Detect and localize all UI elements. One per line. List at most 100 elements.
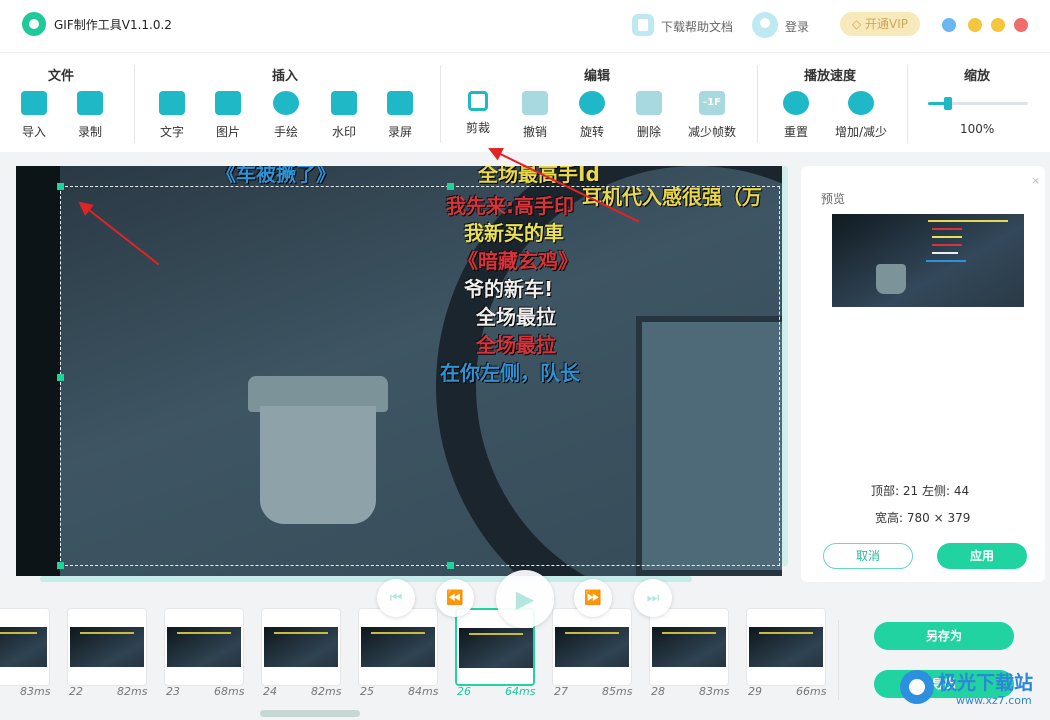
import-button[interactable]: 导入	[6, 87, 62, 143]
reset-label: 重置	[783, 125, 808, 139]
cancel-button[interactable]: 取消	[823, 543, 913, 569]
last-frame-button[interactable]: ⏭	[634, 579, 672, 617]
frame-duration: 82ms	[117, 685, 148, 698]
stamp-icon	[331, 91, 357, 115]
toolbar-divider	[757, 65, 758, 143]
frame-number: 28	[651, 685, 665, 698]
watermark-button[interactable]: 水印	[316, 87, 372, 143]
frame-thumbnail[interactable]	[67, 608, 147, 686]
toolbar-divider	[134, 65, 135, 143]
canvas-vertical-scrollbar[interactable]	[782, 166, 788, 566]
crop-handle-bottom-left[interactable]	[57, 562, 64, 569]
undo-button[interactable]: 撤销	[507, 87, 563, 143]
frame-thumbnail[interactable]	[0, 608, 50, 686]
image-button[interactable]: 图片	[200, 87, 256, 143]
size-value: 780 × 379	[906, 511, 971, 525]
preview-image	[832, 214, 1024, 307]
preview-danmu-line	[926, 260, 966, 262]
filmstrip-divider	[838, 620, 839, 700]
group-title-file: 文件	[48, 69, 75, 84]
reduce-frames-button[interactable]: -1F 减少帧数	[684, 87, 740, 143]
record-label: 录制	[77, 125, 102, 139]
canvas-dark-edge	[16, 166, 60, 576]
text-button[interactable]: 文字	[144, 87, 200, 143]
frame-image	[361, 627, 435, 667]
watermark-label: 水印	[331, 125, 356, 139]
crop-position-info: 顶部: 21 左侧: 44	[871, 482, 969, 499]
frame-duration: 85ms	[602, 685, 633, 698]
screen-record-button[interactable]: 录屏	[372, 87, 428, 143]
crop-handle-left[interactable]	[57, 374, 64, 381]
frame-number: 22	[69, 685, 83, 698]
crop-handle-top-left[interactable]	[57, 183, 64, 190]
filmstrip-scrollbar[interactable]	[260, 710, 360, 717]
record-button[interactable]: 录制	[62, 87, 118, 143]
text-icon	[159, 91, 185, 115]
top-label: 顶部:	[871, 484, 900, 498]
rotate-button[interactable]: 旋转	[564, 87, 620, 143]
preview-danmu-line	[932, 236, 962, 238]
rewind-icon: ⏪	[446, 590, 464, 606]
frame-image	[0, 627, 47, 667]
login-link[interactable]: 登录	[785, 18, 809, 35]
apply-button[interactable]: 应用	[937, 543, 1027, 569]
delete-button[interactable]: 删除	[621, 87, 677, 143]
frame-thumbnail[interactable]	[358, 608, 438, 686]
trash-icon	[636, 91, 662, 115]
save-as-button[interactable]: 另存为	[874, 622, 1014, 650]
preview-close-icon[interactable]: ×	[1031, 174, 1040, 187]
frame-duration: 84ms	[408, 685, 439, 698]
frame-thumbnail[interactable]	[746, 608, 826, 686]
group-title-insert: 插入	[272, 69, 299, 84]
frame-number: 24	[263, 685, 277, 698]
toolbar-divider	[907, 65, 908, 143]
menu-icon[interactable]	[942, 18, 956, 32]
frame-image	[652, 627, 726, 667]
play-button[interactable]: ▶	[496, 570, 554, 628]
play-screen-icon	[387, 91, 413, 115]
crop-handle-top[interactable]	[447, 183, 454, 190]
close-icon[interactable]	[1014, 18, 1028, 32]
group-title-edit: 编辑	[584, 69, 611, 84]
user-avatar-icon[interactable]	[752, 12, 778, 38]
preview-danmu-line	[932, 228, 962, 230]
crop-handle-bottom[interactable]	[447, 562, 454, 569]
zoom-slider[interactable]	[928, 97, 1028, 110]
frame-thumbnail[interactable]	[261, 608, 341, 686]
site-watermark: 极光下载站 www.xz7.com	[900, 666, 1040, 710]
rotate-label: 旋转	[579, 125, 604, 139]
minimize-icon[interactable]	[968, 18, 982, 32]
frame-number: 23	[166, 685, 180, 698]
fast-forward-icon: ⏩	[584, 590, 602, 606]
zoom-slider-thumb[interactable]	[944, 97, 952, 110]
frame-number: 25	[360, 685, 374, 698]
delete-label: 删除	[636, 125, 661, 139]
vip-button[interactable]: ◇ 开通VIP	[840, 12, 920, 36]
site-logo-icon	[900, 670, 934, 704]
help-doc-link[interactable]: 下载帮助文档	[661, 18, 733, 35]
reset-speed-button[interactable]: 重置	[768, 87, 824, 143]
danmu-comment: 《车被撅了》	[216, 166, 336, 186]
frame-filmstrip: 83ms 22 82ms 23 68ms 24 82ms 25 84ms 26 …	[0, 598, 838, 708]
frame-duration: 64ms	[505, 685, 536, 698]
next-frame-button[interactable]: ⏩	[574, 579, 612, 617]
draw-button[interactable]: 手绘	[258, 87, 314, 143]
speed-adjust-button[interactable]: 增加/减少	[832, 87, 890, 143]
first-frame-button[interactable]: ⏮	[377, 579, 415, 617]
crop-button[interactable]: 剪裁	[450, 87, 506, 143]
crop-selection-box[interactable]	[60, 186, 780, 566]
frame-image	[555, 627, 629, 667]
skip-start-icon: ⏮	[389, 590, 403, 606]
app-logo-icon	[22, 12, 46, 36]
frame-thumbnail[interactable]	[164, 608, 244, 686]
image-label: 图片	[215, 125, 240, 139]
pencil-icon	[273, 91, 299, 115]
frame-thumbnail[interactable]	[649, 608, 729, 686]
zoom-value: 100%	[960, 122, 995, 136]
frame-thumbnail[interactable]	[552, 608, 632, 686]
maximize-icon[interactable]	[991, 18, 1005, 32]
help-doc-icon[interactable]	[632, 14, 654, 36]
left-value: 44	[953, 484, 970, 498]
prev-frame-button[interactable]: ⏪	[436, 579, 474, 617]
frame-image	[749, 627, 823, 667]
